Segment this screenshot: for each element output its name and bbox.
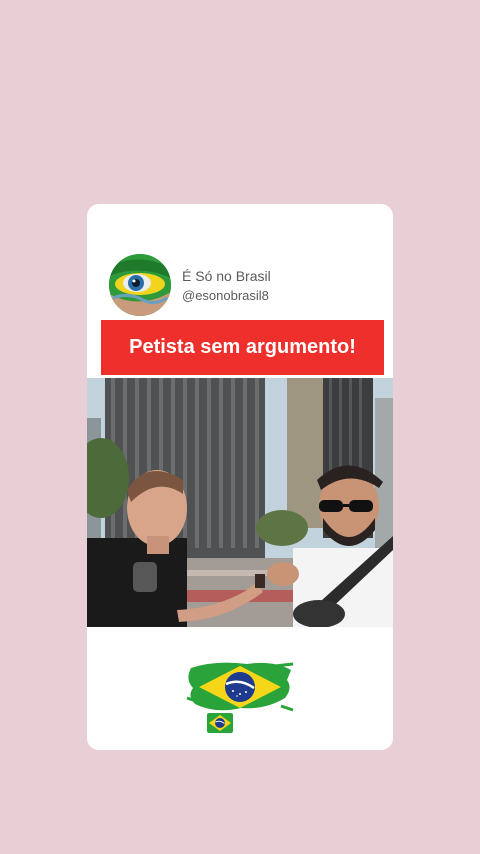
post-headline: Petista sem argumento!	[101, 320, 384, 375]
brazil-flag-emoji-icon	[207, 713, 233, 733]
avatar[interactable]	[109, 254, 171, 316]
post-header: É Só no Brasil @esonobrasil8	[87, 204, 393, 320]
brazil-flag-brushstroke-icon	[185, 658, 295, 716]
post-card[interactable]: É Só no Brasil @esonobrasil8 Petista sem…	[87, 204, 393, 750]
video-frame	[87, 378, 393, 627]
account-handle[interactable]: @esonobrasil8	[182, 288, 269, 303]
video-player[interactable]	[87, 378, 393, 627]
brazil-flag-eye-icon	[109, 254, 171, 316]
post-headline-text: Petista sem argumento!	[129, 336, 356, 358]
account-name[interactable]: É Só no Brasil	[182, 268, 271, 284]
